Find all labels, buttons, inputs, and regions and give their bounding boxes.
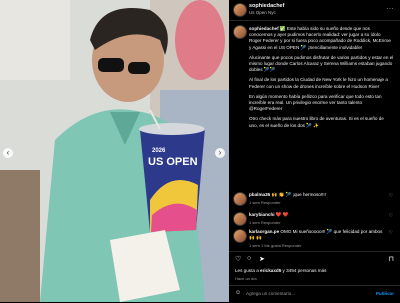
likes-suffix: y 3494 personas más bbox=[282, 268, 327, 273]
post-caption: sophiedachef ✅ Este había sido su sueño … bbox=[249, 26, 394, 133]
caption-username[interactable]: sophiedachef bbox=[249, 26, 279, 31]
add-comment-bar: ☺ Agrega un comentario... Publicar bbox=[229, 285, 400, 303]
comment-meta[interactable]: 1 sem Responder bbox=[249, 200, 281, 205]
comment-body: 🙌 👏 🎾 ¡que hermoso!!!! bbox=[271, 192, 326, 197]
author-username[interactable]: sophiedachef bbox=[249, 3, 284, 9]
cup-brand-text: US OPEN bbox=[148, 156, 198, 168]
caption-paragraph: En algún momento había pellizco para ver… bbox=[249, 93, 382, 112]
commenter-username[interactable]: karybianchi bbox=[249, 212, 275, 217]
share-icon[interactable]: ➤ bbox=[259, 255, 265, 263]
like-comment-icon[interactable]: ♡ bbox=[389, 230, 393, 236]
commenter-avatar[interactable] bbox=[233, 212, 247, 226]
instagram-post-view: 2026 US OPEN ‹ › sophiedachef Us Open Ny… bbox=[0, 0, 400, 302]
comments-panel: sophiedachef Us Open Nyc ··· sophiedache… bbox=[229, 0, 400, 302]
more-options-icon[interactable]: ··· bbox=[387, 6, 395, 12]
comment-body: ❤️ ❤️ bbox=[275, 212, 289, 217]
caption-paragraph: Alucinante que pocos pudimos disfrutar d… bbox=[249, 54, 394, 73]
photo-illustration: 2026 US OPEN bbox=[0, 0, 229, 302]
post-location[interactable]: Us Open Nyc bbox=[249, 10, 276, 15]
caption-avatar[interactable] bbox=[233, 25, 247, 39]
save-icon[interactable]: ⊓ bbox=[389, 255, 394, 263]
caption-paragraph: Otro check más para nuestro libro de ave… bbox=[249, 116, 384, 128]
comment-text: karybianchi ❤️ ❤️ bbox=[249, 212, 384, 218]
likes-prefix: Les gusta a bbox=[235, 268, 259, 273]
cup-year-text: 2026 bbox=[152, 148, 166, 154]
post-comment-button[interactable]: Publicar bbox=[376, 291, 394, 296]
author-avatar[interactable] bbox=[233, 3, 247, 17]
likes-user[interactable]: erickaxd5 bbox=[260, 268, 281, 273]
commenter-avatar[interactable] bbox=[233, 192, 247, 206]
comment-meta[interactable]: 1 sem 1 Me gusta Responder bbox=[249, 243, 301, 248]
commenter-username[interactable]: pbalma35 bbox=[249, 192, 270, 197]
comment-icon[interactable]: ○ bbox=[247, 255, 251, 262]
comment-input[interactable]: Agrega un comentario... bbox=[246, 291, 295, 296]
previous-photo-button[interactable]: ‹ bbox=[3, 148, 13, 158]
post-photo: 2026 US OPEN ‹ › bbox=[0, 0, 229, 302]
next-photo-button[interactable]: › bbox=[215, 148, 225, 158]
comment-meta[interactable]: 1 sem Responder bbox=[249, 220, 281, 225]
comment-text: pbalma35 🙌 👏 🎾 ¡que hermoso!!!! bbox=[249, 192, 384, 198]
likes-summary[interactable]: Les gusta a erickaxd5 y 3494 personas má… bbox=[235, 268, 326, 273]
comment-text: karlaorgan.pe OMG Mi sueñooooo!!! 🎾 que … bbox=[249, 229, 384, 241]
caption-paragraph: Al final de los partidos la Ciudad de Ne… bbox=[249, 77, 388, 89]
emoji-icon[interactable]: ☺ bbox=[235, 290, 241, 296]
like-comment-icon[interactable]: ♡ bbox=[389, 193, 393, 199]
post-header: sophiedachef Us Open Nyc ··· bbox=[229, 0, 400, 21]
post-date: Hace un día bbox=[235, 276, 257, 281]
post-actions-bar: ♡ ○ ➤ ⊓ bbox=[229, 251, 400, 266]
commenter-username[interactable]: karlaorgan.pe bbox=[249, 229, 279, 234]
like-comment-icon[interactable]: ♡ bbox=[389, 213, 393, 219]
like-icon[interactable]: ♡ bbox=[235, 255, 241, 263]
commenter-avatar[interactable] bbox=[233, 229, 247, 243]
